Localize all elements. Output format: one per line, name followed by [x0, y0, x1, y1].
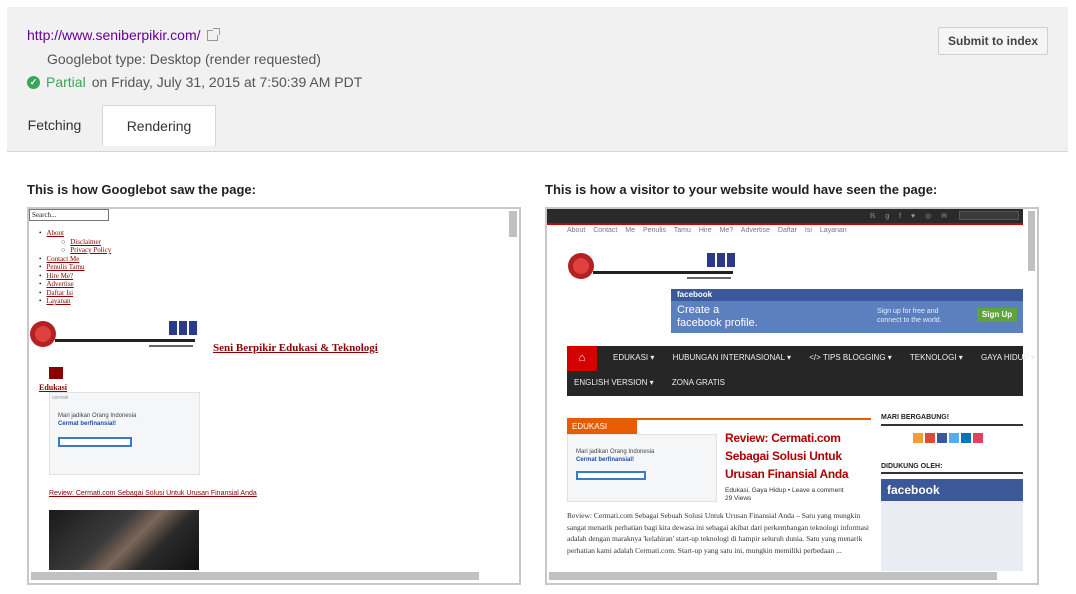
nav-item[interactable]: HUBUNGAN INTERNASIONAL ▾ [673, 353, 791, 362]
nav-item[interactable]: ENGLISH VERSION ▾ [574, 378, 654, 387]
fetched-url[interactable]: http://www.seniberpikir.com/ [27, 27, 220, 43]
category-label[interactable]: EDUKASI [567, 420, 637, 434]
googlebot-menu: About Disclaimer Privacy Policy Contact … [39, 229, 111, 306]
facebook-signup-text: Sign up for free and connect to the worl… [877, 307, 942, 325]
social-icon[interactable] [973, 433, 983, 443]
nav-row: EDUKASI ▾ HUBUNGAN INTERNASIONAL ▾ </> T… [613, 353, 1037, 362]
tab-fetching[interactable]: Fetching [7, 105, 102, 145]
sidebar-heading-line [881, 424, 1023, 426]
site-top-menu[interactable]: About Contact Me Penulis Tamu Hire Me? A… [567, 227, 847, 234]
fetch-status: ✓ Partial on Friday, July 31, 2015 at 7:… [27, 74, 362, 90]
menu-item[interactable]: Penulis Tamu [39, 263, 111, 272]
social-icon[interactable] [961, 433, 971, 443]
site-top-bar: ℝ g f ♥ ◎ ✉ [547, 209, 1023, 223]
post-image[interactable] [49, 510, 199, 570]
category-link[interactable]: Edukasi [39, 383, 67, 392]
menu-item[interactable]: Daftar Isi [39, 289, 111, 298]
thumbnail-text: Mari jadikan Orang Indonesia [576, 449, 655, 455]
check-circle-icon: ✓ [27, 75, 40, 89]
thumbnail-brand: cermati [52, 395, 69, 401]
sidebar-heading-line [881, 472, 1023, 474]
signup-text-line: Sign up for free and [877, 308, 939, 315]
post-thumbnail[interactable]: Mari jadikan Orang Indonesia Cermat berf… [567, 434, 717, 502]
menu-item[interactable]: Advertise [39, 280, 111, 289]
status-date: on Friday, July 31, 2015 at 7:50:39 AM P… [91, 74, 363, 90]
googlebot-caption: This is how Googlebot saw the page: [27, 182, 256, 197]
external-link-icon[interactable] [206, 27, 220, 41]
social-icons[interactable]: ℝ g f ♥ ◎ ✉ [870, 212, 951, 220]
menu-item[interactable]: Contact Me [39, 255, 111, 264]
menu-item[interactable]: Privacy Policy [39, 246, 111, 255]
site-search-box[interactable] [959, 211, 1019, 220]
visitor-caption: This is how a visitor to your website wo… [545, 182, 938, 197]
social-icon[interactable] [937, 433, 947, 443]
googlebot-render-frame[interactable]: Search... About Disclaimer Privacy Polic… [27, 207, 521, 585]
thumbnail-search-bar [58, 437, 132, 447]
facebook-create-text: Create a facebook profile. [677, 304, 758, 330]
nav-row: ENGLISH VERSION ▾ ZONA GRATIS [574, 378, 741, 387]
post-thumbnail[interactable]: cermati Mari jadikan Orang Indonesia Cer… [49, 392, 200, 475]
horizontal-scrollbar[interactable] [549, 572, 997, 580]
thumbnail-text: Cermat berfinansial! [58, 421, 117, 427]
home-icon[interactable] [49, 367, 63, 379]
nav-item[interactable]: TEKNOLOGI ▾ [910, 353, 963, 362]
facebook-ad-banner[interactable]: facebook Create a facebook profile. Sign… [671, 289, 1023, 333]
post-excerpt: Review: Cermati.com Sebagai Sebuah Solus… [567, 511, 869, 555]
vertical-scrollbar[interactable] [1028, 211, 1035, 271]
facebook-create-line: facebook profile. [677, 317, 758, 329]
menu-item[interactable]: Disclaimer [39, 238, 111, 247]
post-title-link[interactable]: Review: Cermati.com Sebagai Solusi Untuk… [49, 490, 257, 497]
thumbnail-search-bar [576, 471, 646, 480]
comment-link[interactable]: Leave a comment [792, 487, 844, 494]
facebook-signup-button[interactable]: Sign Up [977, 308, 1017, 322]
facebook-widget-body[interactable] [881, 501, 1023, 571]
site-logo[interactable] [29, 317, 209, 353]
social-icon[interactable] [949, 433, 959, 443]
nav-item[interactable]: ZONA GRATIS [672, 378, 725, 387]
submit-to-index-button[interactable]: Submit to index [938, 27, 1048, 55]
post-meta: Edukasi, Gaya Hidup • Leave a comment [725, 487, 844, 494]
social-icon[interactable] [913, 433, 923, 443]
thumbnail-text: Mari jadikan Orang Indonesia [58, 413, 137, 419]
tab-rendering[interactable]: Rendering [102, 105, 216, 146]
vertical-scrollbar[interactable] [509, 211, 517, 237]
facebook-widget-header[interactable]: facebook [881, 479, 1023, 501]
facebook-create-line: Create a [677, 304, 720, 316]
site-main-nav: ⌂ EDUKASI ▾ HUBUNGAN INTERNASIONAL ▾ </>… [567, 346, 1035, 396]
menu-item[interactable]: About [39, 229, 111, 238]
post-views: 29 Views [725, 495, 752, 502]
home-icon[interactable]: ⌂ [567, 346, 597, 371]
signup-text-line: connect to the world. [877, 317, 942, 324]
horizontal-scrollbar[interactable] [31, 572, 479, 580]
facebook-brand: facebook [671, 289, 1023, 301]
sidebar-social-icons [913, 433, 983, 443]
site-title-link[interactable]: Seni Berpikir Edukasi & Teknologi [213, 342, 378, 354]
nav-item[interactable]: GAYA HIDUP ▾ [981, 353, 1035, 362]
sidebar-heading: DIDUKUNG OLEH: [881, 463, 943, 470]
status-word: Partial [46, 74, 86, 90]
site-logo[interactable] [567, 249, 747, 285]
nav-item[interactable]: </> TIPS BLOGGING ▾ [809, 353, 892, 362]
visitor-render-frame[interactable]: ℝ g f ♥ ◎ ✉ About Contact Me Penulis Tam… [545, 207, 1039, 585]
menu-item[interactable]: Layanan [39, 297, 111, 306]
nav-item[interactable]: EDUKASI ▾ [613, 353, 654, 362]
thumbnail-text: Cermat berfinansial! [576, 457, 635, 463]
post-headline[interactable]: Review: Cermati.com Sebagai Solusi Untuk… [725, 429, 875, 483]
menu-item[interactable]: Hire Me? [39, 272, 111, 281]
url-link[interactable]: http://www.seniberpikir.com/ [27, 27, 201, 43]
social-icon[interactable] [925, 433, 935, 443]
search-input[interactable]: Search... [29, 209, 109, 221]
googlebot-type: Googlebot type: Desktop (render requeste… [47, 51, 321, 67]
top-accent-line [547, 223, 1023, 225]
post-tags[interactable]: Edukasi, Gaya Hidup [725, 487, 786, 494]
sidebar-heading: MARI BERGABUNG! [881, 414, 950, 421]
